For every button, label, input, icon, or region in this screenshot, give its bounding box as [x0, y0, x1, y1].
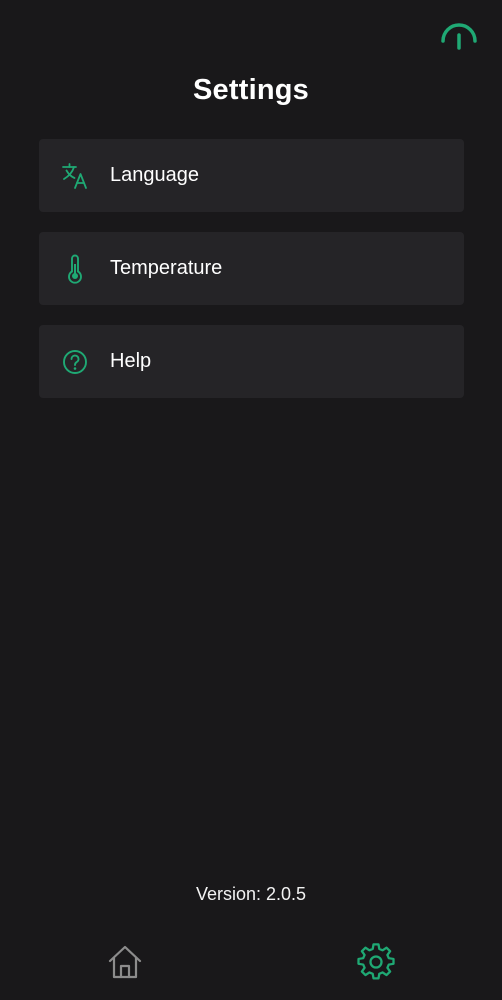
- thermometer-icon: [60, 254, 90, 284]
- translate-icon: [60, 161, 90, 191]
- bottom-nav: [0, 930, 502, 1000]
- gear-icon: [357, 942, 395, 986]
- home-icon: [106, 943, 144, 986]
- settings-item-help[interactable]: Help: [39, 325, 464, 398]
- page-title: Settings: [193, 74, 309, 106]
- version-text: Version: 2.0.5: [195, 884, 307, 904]
- gauge-icon[interactable]: [440, 22, 478, 50]
- settings-item-label: Language: [110, 164, 199, 186]
- settings-list: Language Temperature Help: [39, 139, 464, 418]
- nav-home-button[interactable]: [105, 944, 145, 984]
- nav-settings-button[interactable]: [356, 942, 396, 986]
- settings-item-language[interactable]: Language: [39, 139, 464, 212]
- settings-item-label: Temperature: [110, 257, 223, 279]
- settings-item-temperature[interactable]: Temperature: [39, 232, 464, 305]
- settings-item-label: Help: [110, 350, 152, 372]
- help-circle-icon: [60, 347, 90, 377]
